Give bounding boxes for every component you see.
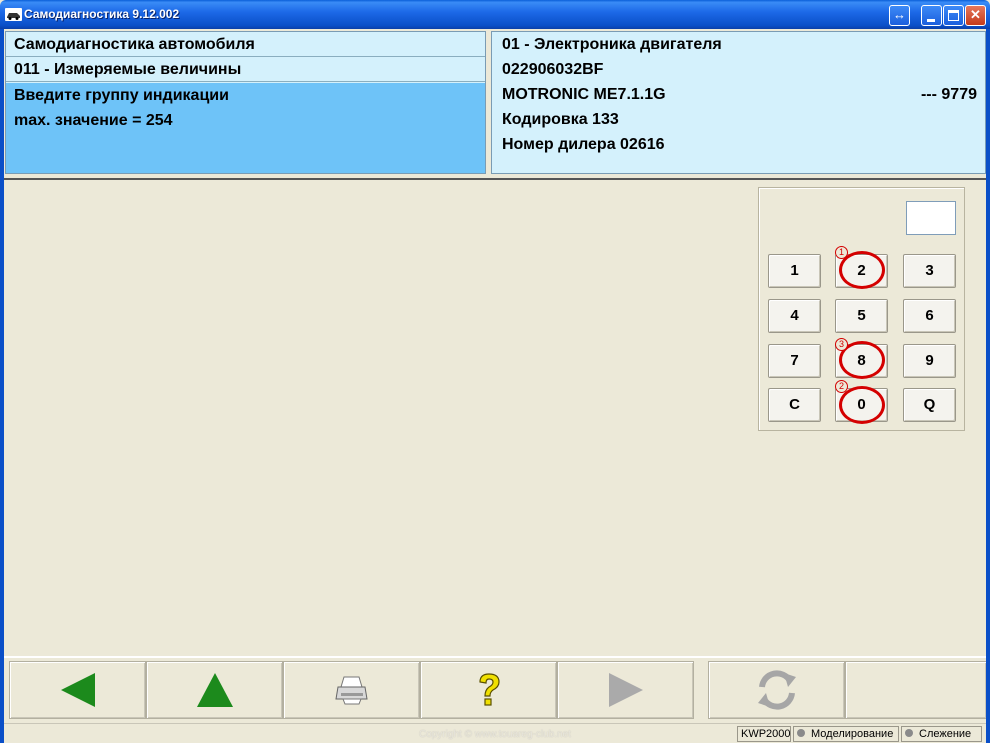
window-frame-right: [986, 29, 990, 743]
function-panel: Самодиагностика автомобиля 011 - Измеряе…: [5, 31, 486, 174]
annotation-step-number: 3: [835, 338, 848, 351]
key-clear[interactable]: C: [768, 388, 821, 422]
minimize-button[interactable]: [921, 5, 942, 26]
simulation-label: Моделирование: [811, 728, 894, 740]
help-icon: [478, 673, 500, 706]
annotation-step-number: 1: [835, 246, 848, 259]
key-7[interactable]: 7: [768, 344, 821, 378]
printer-icon: [334, 676, 368, 705]
status-tracking: Слежение: [901, 726, 982, 742]
key-1[interactable]: 1: [768, 254, 821, 288]
window-title: Самодиагностика 9.12.002: [24, 7, 180, 21]
key-3[interactable]: 3: [903, 254, 956, 288]
copyright-watermark: Copyright © www.touareg-club.net: [419, 729, 571, 740]
refresh-icon: [757, 670, 796, 710]
up-arrow-icon: [196, 673, 233, 707]
toolbar-empty-slot: [845, 661, 986, 719]
tracking-label: Слежение: [919, 728, 972, 740]
header-divider: [4, 178, 986, 180]
status-protocol: KWP2000: [737, 726, 791, 742]
maximize-button[interactable]: [943, 5, 964, 26]
close-button[interactable]: ✕: [965, 5, 986, 26]
controller-info-panel: 01 - Электроника двигателя 022906032BF M…: [491, 31, 986, 174]
up-button[interactable]: [146, 661, 283, 719]
back-arrow-icon: [60, 673, 95, 707]
status-bar: Copyright © www.touareg-club.net KWP2000…: [4, 723, 986, 743]
dealer-number: Номер дилера 02616: [502, 136, 665, 153]
key-6[interactable]: 6: [903, 299, 956, 333]
prompt-area: Введите группу индикации max. значение =…: [6, 83, 485, 173]
resize-arrows-button[interactable]: ↔: [889, 5, 910, 26]
status-dot-icon: [797, 729, 805, 738]
ecu-version: --- 9779: [920, 86, 977, 103]
minimize-icon: [927, 19, 935, 22]
keypad: 1 2 3 4 5 6 7 8 9 C 0 Q 1 3 2: [758, 187, 965, 431]
refresh-button[interactable]: [708, 661, 845, 719]
car-icon: [5, 8, 22, 21]
key-0[interactable]: 0: [835, 388, 888, 422]
key-4[interactable]: 4: [768, 299, 821, 333]
maximize-icon: [948, 10, 959, 21]
key-quit[interactable]: Q: [903, 388, 956, 422]
key-9[interactable]: 9: [903, 344, 956, 378]
panel-title: Самодиагностика автомобиля: [6, 33, 485, 57]
forward-button[interactable]: [557, 661, 694, 719]
help-button[interactable]: [420, 661, 557, 719]
prompt-instruction: Введите группу индикации: [14, 87, 229, 104]
prompt-max-value: max. значение = 254: [14, 112, 173, 129]
print-button[interactable]: [283, 661, 420, 719]
ecu-name: MOTRONIC ME7.1.1G: [502, 86, 666, 103]
status-dot-icon: [905, 729, 913, 738]
function-name: 011 - Измеряемые величины: [6, 58, 485, 82]
key-5[interactable]: 5: [835, 299, 888, 333]
status-simulation: Моделирование: [793, 726, 899, 742]
part-number: 022906032BF: [502, 61, 604, 78]
toolbar-separator: [4, 656, 986, 658]
group-number-input[interactable]: [906, 201, 956, 235]
resize-arrows-icon: ↔: [893, 7, 906, 22]
annotation-step-number: 2: [835, 380, 848, 393]
forward-arrow-icon: [608, 673, 643, 707]
close-icon: ✕: [970, 7, 981, 22]
protocol-label: KWP2000: [741, 728, 791, 740]
window-frame-left: [0, 29, 4, 743]
title-bar[interactable]: Самодиагностика 9.12.002 ↔ ✕: [0, 0, 990, 29]
key-2[interactable]: 2: [835, 254, 888, 288]
back-button[interactable]: [9, 661, 146, 719]
coding: Кодировка 133: [502, 111, 619, 128]
controller-name: 01 - Электроника двигателя: [502, 36, 722, 53]
